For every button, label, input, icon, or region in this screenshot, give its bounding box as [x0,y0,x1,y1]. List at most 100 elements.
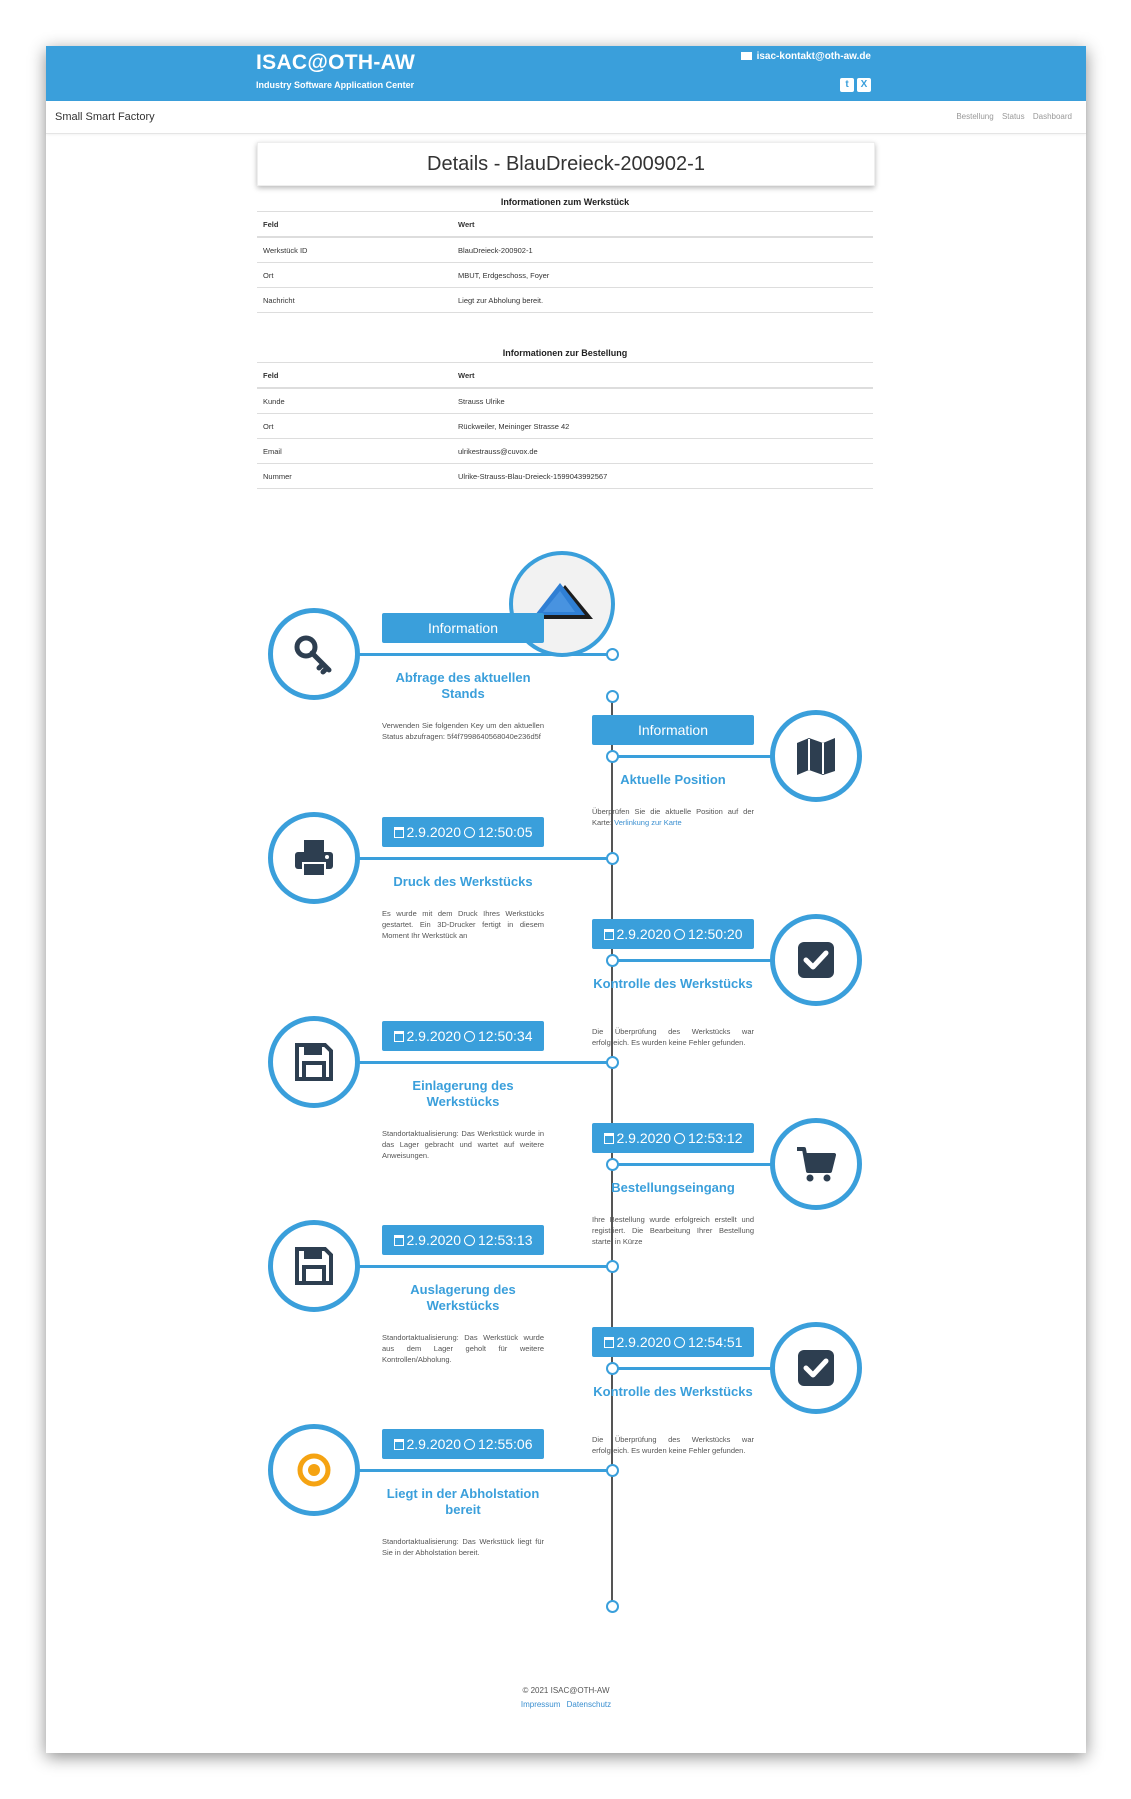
timeline-dot [606,954,619,967]
floppy-icon [295,1043,333,1081]
timeline-event-icon [770,1118,862,1210]
timeline-event-icon [770,914,862,1006]
timeline-connector [612,959,772,962]
timeline-event-title: Kontrolle des Werkstücks [593,976,753,991]
timestamp-badge: 2.9.2020 12:54:51 [592,1327,754,1357]
information-badge: Information [592,715,754,745]
check-square-icon [798,942,834,978]
nav-link-bestellung[interactable]: Bestellung [956,112,993,121]
information-badge: Information [382,613,544,643]
timestamp-badge: 2.9.2020 12:50:34 [382,1021,544,1051]
table-row: Ort MBUT, Erdgeschoss, Foyer [257,262,873,288]
timeline-event-text: Ihre Bestellung wurde erfolgreich erstel… [592,1215,754,1246]
timeline-event-title: Druck des Werkstücks [393,874,533,889]
table-cell: Ort [257,262,452,288]
print-icon [295,840,333,877]
timeline-dot [606,648,619,661]
table-cell: Nachricht [257,287,452,313]
timeline-dot [606,852,619,865]
table-row: Ort Rückweiler, Meininger Strasse 42 [257,413,873,439]
table-row: Email ulrikestrauss@cuvox.de [257,438,873,464]
timeline-event-text: Standortaktualisierung: Das Werkstück wu… [382,1333,544,1364]
timeline-event-title: Auslagerung des Werkstücks [410,1282,516,1313]
table-cell: Strauss Ulrike [452,387,873,414]
contact-email-text: isac-kontakt@oth-aw.de [756,51,871,62]
timeline-event-icon [268,1016,360,1108]
table-cell: Werkstück ID [257,236,452,263]
timestamp-badge: 2.9.2020 12:53:13 [382,1225,544,1255]
contact-email-link[interactable]: isac-kontakt@oth-aw.de [740,51,871,62]
nav-link-dashboard[interactable]: Dashboard [1033,112,1072,121]
timeline-event-text: Standortaktualisierung: Das Werkstück wu… [382,1129,544,1160]
table-cell: MBUT, Erdgeschoss, Foyer [452,262,873,288]
clock-icon [464,1031,475,1042]
werkstueck-table: Feld Wert Werkstück ID BlauDreieck-20090… [257,211,873,313]
timeline-event-text: Standortaktualisierung: Das Werkstück li… [382,1537,544,1557]
brand-subtitle: Industry Software Application Center [256,80,415,90]
badge-time: 12:53:12 [688,1130,743,1146]
navbar-links: Bestellung Status Dashboard [950,112,1072,121]
calendar-icon [603,929,614,940]
timeline-connector [612,755,772,758]
timeline-event-title: Kontrolle des Werkstücks [593,1384,753,1399]
table-row: Werkstück ID BlauDreieck-200902-1 [257,236,873,263]
badge-date: 2.9.2020 [616,926,672,942]
calendar-icon [603,1133,614,1144]
timeline-event-icon [268,812,360,904]
badge-time: 12:53:13 [478,1232,533,1248]
timeline-connector [356,653,612,656]
table-header-feld: Feld [257,362,452,389]
timestamp-badge: 2.9.2020 12:50:20 [592,919,754,949]
table-row: Nachricht Liegt zur Abholung bereit. [257,287,873,313]
nav-link-status[interactable]: Status [1002,112,1025,121]
clock-icon [674,1133,685,1144]
table-cell: BlauDreieck-200902-1 [452,236,873,263]
timeline-event-text: Überprüfen Sie die aktuelle Position auf… [592,807,754,827]
page-title: Details - BlauDreieck-200902-1 [257,142,875,186]
table-cell: Kunde [257,387,452,414]
timeline-event-title: Einlagerung des Werkstücks [412,1078,514,1109]
clock-icon [464,1439,475,1450]
timestamp-badge: 2.9.2020 12:50:05 [382,817,544,847]
table-header-wert: Wert [452,211,873,238]
badge-date: 2.9.2020 [616,1334,672,1350]
floppy-icon [295,1247,333,1285]
footer-link-datenschutz[interactable]: Datenschutz [567,1700,611,1709]
bestellung-table-caption: Informationen zur Bestellung [502,348,628,358]
map-link[interactable]: Verlinkung zur Karte [614,818,682,827]
timeline-connector [356,1469,612,1472]
calendar-icon [393,1235,404,1246]
browser-page: ISAC@OTH-AW Industry Software Applicatio… [46,46,1086,1753]
timeline-dot [606,750,619,763]
timeline-event-icon [268,1424,360,1516]
clock-icon [674,1337,685,1348]
timeline-event-text: Die Überprüfung des Werkstücks war erfol… [592,1435,754,1455]
badge-time: 12:50:20 [688,926,743,942]
badge-date: 2.9.2020 [406,1232,462,1248]
bestellung-table: Feld Wert Kunde Strauss Ulrike Ort Rückw… [257,362,873,489]
badge-date: 2.9.2020 [406,1028,462,1044]
clock-icon [464,1235,475,1246]
table-cell: Nummer [257,463,452,489]
timeline-event-icon [770,710,862,802]
badge-time: 12:54:51 [688,1334,743,1350]
table-cell: ulrikestrauss@cuvox.de [452,438,873,464]
table-cell: Email [257,438,452,464]
badge-time: 12:55:06 [478,1436,533,1452]
xing-icon[interactable]: X [857,78,871,92]
brand-title[interactable]: ISAC@OTH-AW [256,51,415,75]
badge-date: 2.9.2020 [406,1436,462,1452]
key-icon [294,635,332,675]
top-header: ISAC@OTH-AW Industry Software Applicatio… [46,46,1086,101]
timeline-event-icon [268,608,360,700]
twitter-icon[interactable]: t [840,78,854,92]
cart-icon [797,1147,836,1182]
navbar-brand[interactable]: Small Smart Factory [55,111,155,123]
timeline-end-dot [606,1600,619,1613]
envelope-icon [740,52,752,60]
table-header-wert: Wert [452,362,873,389]
timeline-event-icon [770,1322,862,1414]
table-cell: Rückweiler, Meininger Strasse 42 [452,413,873,439]
timeline-event-title: Liegt in der Abholstation bereit [386,1486,540,1517]
footer-link-impressum[interactable]: Impressum [521,1700,561,1709]
